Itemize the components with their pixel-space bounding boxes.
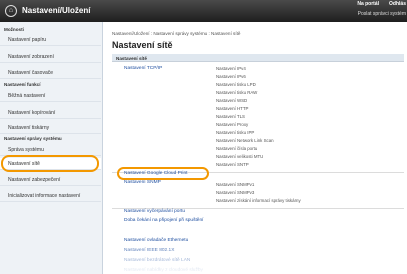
tcpip-item: Nastavení Proxy (216, 122, 249, 127)
google-cloud-print-link[interactable]: Nastavení Google Cloud Print (124, 171, 187, 176)
sidebar-item-copy[interactable]: Nastavení kopírování (0, 107, 101, 119)
tcpip-item: Nastavení tisku RAW (216, 90, 258, 95)
tcpip-item: Nastavení čísla portu (216, 146, 258, 151)
sidebar-item-network[interactable]: Nastavení sítě (0, 158, 101, 170)
snmp-item: Nastavení SNMPv1 (216, 182, 255, 187)
sidebar-item-paper[interactable]: Nastavení papíru (0, 34, 101, 46)
sidebar-item-display[interactable]: Nastavení zobrazení (0, 51, 101, 63)
portal-link[interactable]: Na portál (357, 1, 379, 7)
snmp-settings-link[interactable]: Nastavení SNMP (124, 180, 161, 185)
tcpip-item: Nastavení IPv4 (216, 66, 246, 71)
snmp-item: Nastavení získání informací správy tiská… (216, 198, 301, 203)
tcpip-item: Nastavení WSD (216, 98, 248, 103)
logout-link[interactable]: Odhlás (389, 1, 406, 7)
tcpip-settings-link[interactable]: Nastavení TCP/IP (124, 66, 162, 71)
main-content: Nastavení/Uložení : Nastavení správy sys… (104, 22, 407, 274)
sidebar-group-options: Možnosti (4, 27, 24, 32)
tcpip-item: Nastavení IPv6 (216, 74, 246, 79)
sidebar-item-printer[interactable]: Nastavení tiskárny (0, 122, 101, 134)
tcpip-item: Nastavení tisku IPP (216, 130, 255, 135)
ethernet-driver-link[interactable]: Nastavení ovladače Ethernetu (124, 238, 188, 243)
tcpip-item: Nastavení HTTP (216, 106, 249, 111)
sidebar-item-system-management[interactable]: Správa systému (0, 144, 101, 156)
mail-to-admin-link[interactable]: Poslat správci systém (358, 11, 406, 17)
tcpip-item: Nastavení TLS (216, 114, 245, 119)
tcpip-item: Nastavení tisku LPD (216, 82, 256, 87)
tcpip-item: Nastavení velikosti MTU (216, 154, 264, 159)
sidebar-item-timer[interactable]: Nastavení časovače (0, 67, 101, 79)
snmp-item: Nastavení SNMPv3 (216, 190, 255, 195)
page-title: Nastavení sítě (112, 40, 173, 50)
sidebar-group-system: Nastavení správy systému (4, 136, 62, 141)
page-header-title: Nastavení/Uložení (22, 6, 91, 15)
ieee8021x-link[interactable]: Nastavení IEEE 802.1X (124, 248, 174, 253)
sidebar-item-common[interactable]: Běžná nastavení (0, 90, 101, 102)
cloud-service-link[interactable]: Nastavení nabídky z cloudové služby (124, 268, 203, 273)
tcpip-item: Nastavení Network Link Scan (216, 138, 274, 143)
sidebar-item-security[interactable]: Nastavení zabezpečení (0, 174, 101, 186)
startup-wait-link[interactable]: Doba čekání na připojení při spuštění (124, 218, 203, 223)
tcpip-item: Nastavení SNTP (216, 162, 249, 167)
sidebar-item-initialize[interactable]: Inicializovat informace nastavení (0, 190, 101, 202)
sidebar: Možnosti Nastavení papíru Nastavení zobr… (0, 22, 103, 274)
port-settings-link[interactable]: Nastavení vyčerpávání portu (124, 209, 185, 214)
section-header-label: Nastavení sítě (116, 55, 147, 61)
wireless-lan-link[interactable]: Nastavení bezdrátové sítě LAN (124, 258, 190, 263)
top-bar: ⌂ Nastavení/Uložení Na portál Odhlás Pos… (0, 0, 407, 22)
section-header: Nastavení sítě (112, 54, 404, 62)
sidebar-group-functions: Nastavení funkcí (4, 82, 41, 87)
breadcrumb: Nastavení/Uložení : Nastavení správy sys… (112, 31, 241, 36)
home-icon[interactable]: ⌂ (5, 5, 17, 17)
